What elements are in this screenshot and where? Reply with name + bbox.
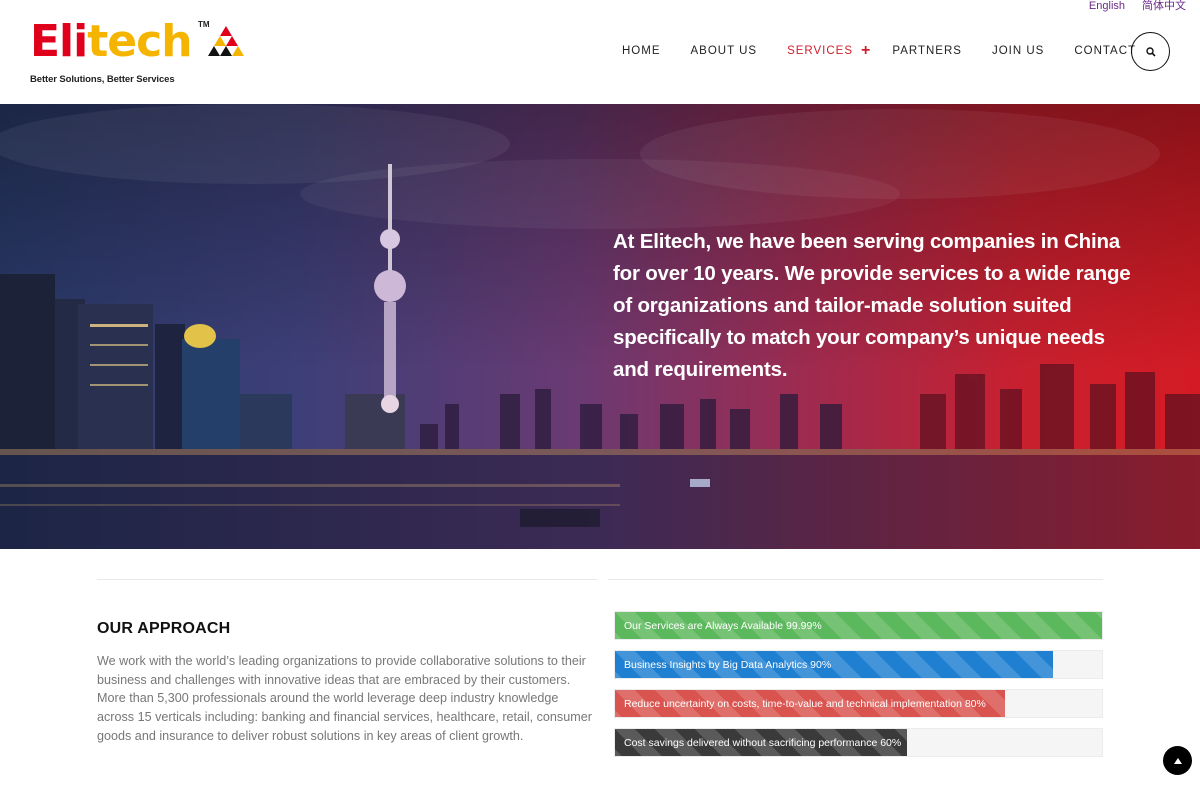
progress-bar-big-data: Business Insights by Big Data Analytics …	[614, 650, 1103, 679]
nav-contact[interactable]: CONTACT	[1074, 44, 1136, 58]
skills-progress-list: Our Services are Always Available 99.99%…	[614, 611, 1103, 767]
nav-partners[interactable]: PARTNERS	[892, 44, 962, 58]
search-icon	[1145, 46, 1156, 57]
approach-body: We work with the world’s leading organiz…	[97, 654, 592, 743]
section-divider-right	[608, 579, 1103, 580]
hero-headline: At Elitech, we have been serving compani…	[613, 230, 1131, 381]
logo-mark-icon	[208, 26, 244, 56]
progress-bar-availability: Our Services are Always Available 99.99%	[614, 611, 1103, 640]
progress-bar-cost-savings: Cost savings delivered without sacrifici…	[614, 728, 1103, 757]
site-header: Elitech TM Better Solutions, Better Serv…	[0, 0, 1200, 104]
hero-banner: At Elitech, we have been serving compani…	[0, 104, 1200, 549]
back-to-top-button[interactable]	[1163, 746, 1192, 775]
search-button[interactable]	[1131, 32, 1170, 71]
nav-home[interactable]: HOME	[622, 44, 661, 58]
site-logo[interactable]: Elitech TM Better Solutions, Better Serv…	[30, 18, 260, 90]
section-divider-left	[97, 579, 597, 580]
nav-services[interactable]: SERVICES	[787, 44, 853, 58]
progress-label: Reduce uncertainty on costs, time-to-val…	[624, 698, 986, 710]
approach-heading: OUR APPROACH	[97, 620, 231, 637]
logo-wordmark: Elitech	[30, 16, 193, 67]
chevron-up-icon	[1173, 757, 1182, 764]
nav-about-us[interactable]: ABOUT US	[691, 44, 758, 58]
nav-join-us[interactable]: JOIN US	[992, 44, 1044, 58]
progress-label: Cost savings delivered without sacrifici…	[624, 737, 902, 749]
logo-tagline: Better Solutions, Better Services	[30, 74, 175, 85]
progress-label: Business Insights by Big Data Analytics …	[624, 659, 832, 671]
services-expand-icon[interactable]: +	[861, 43, 870, 59]
main-navigation: HOME ABOUT US SERVICES + PARTNERS JOIN U…	[622, 43, 1166, 59]
progress-bar-reduce-uncertainty: Reduce uncertainty on costs, time-to-val…	[614, 689, 1103, 718]
progress-label: Our Services are Always Available 99.99%	[624, 620, 822, 632]
